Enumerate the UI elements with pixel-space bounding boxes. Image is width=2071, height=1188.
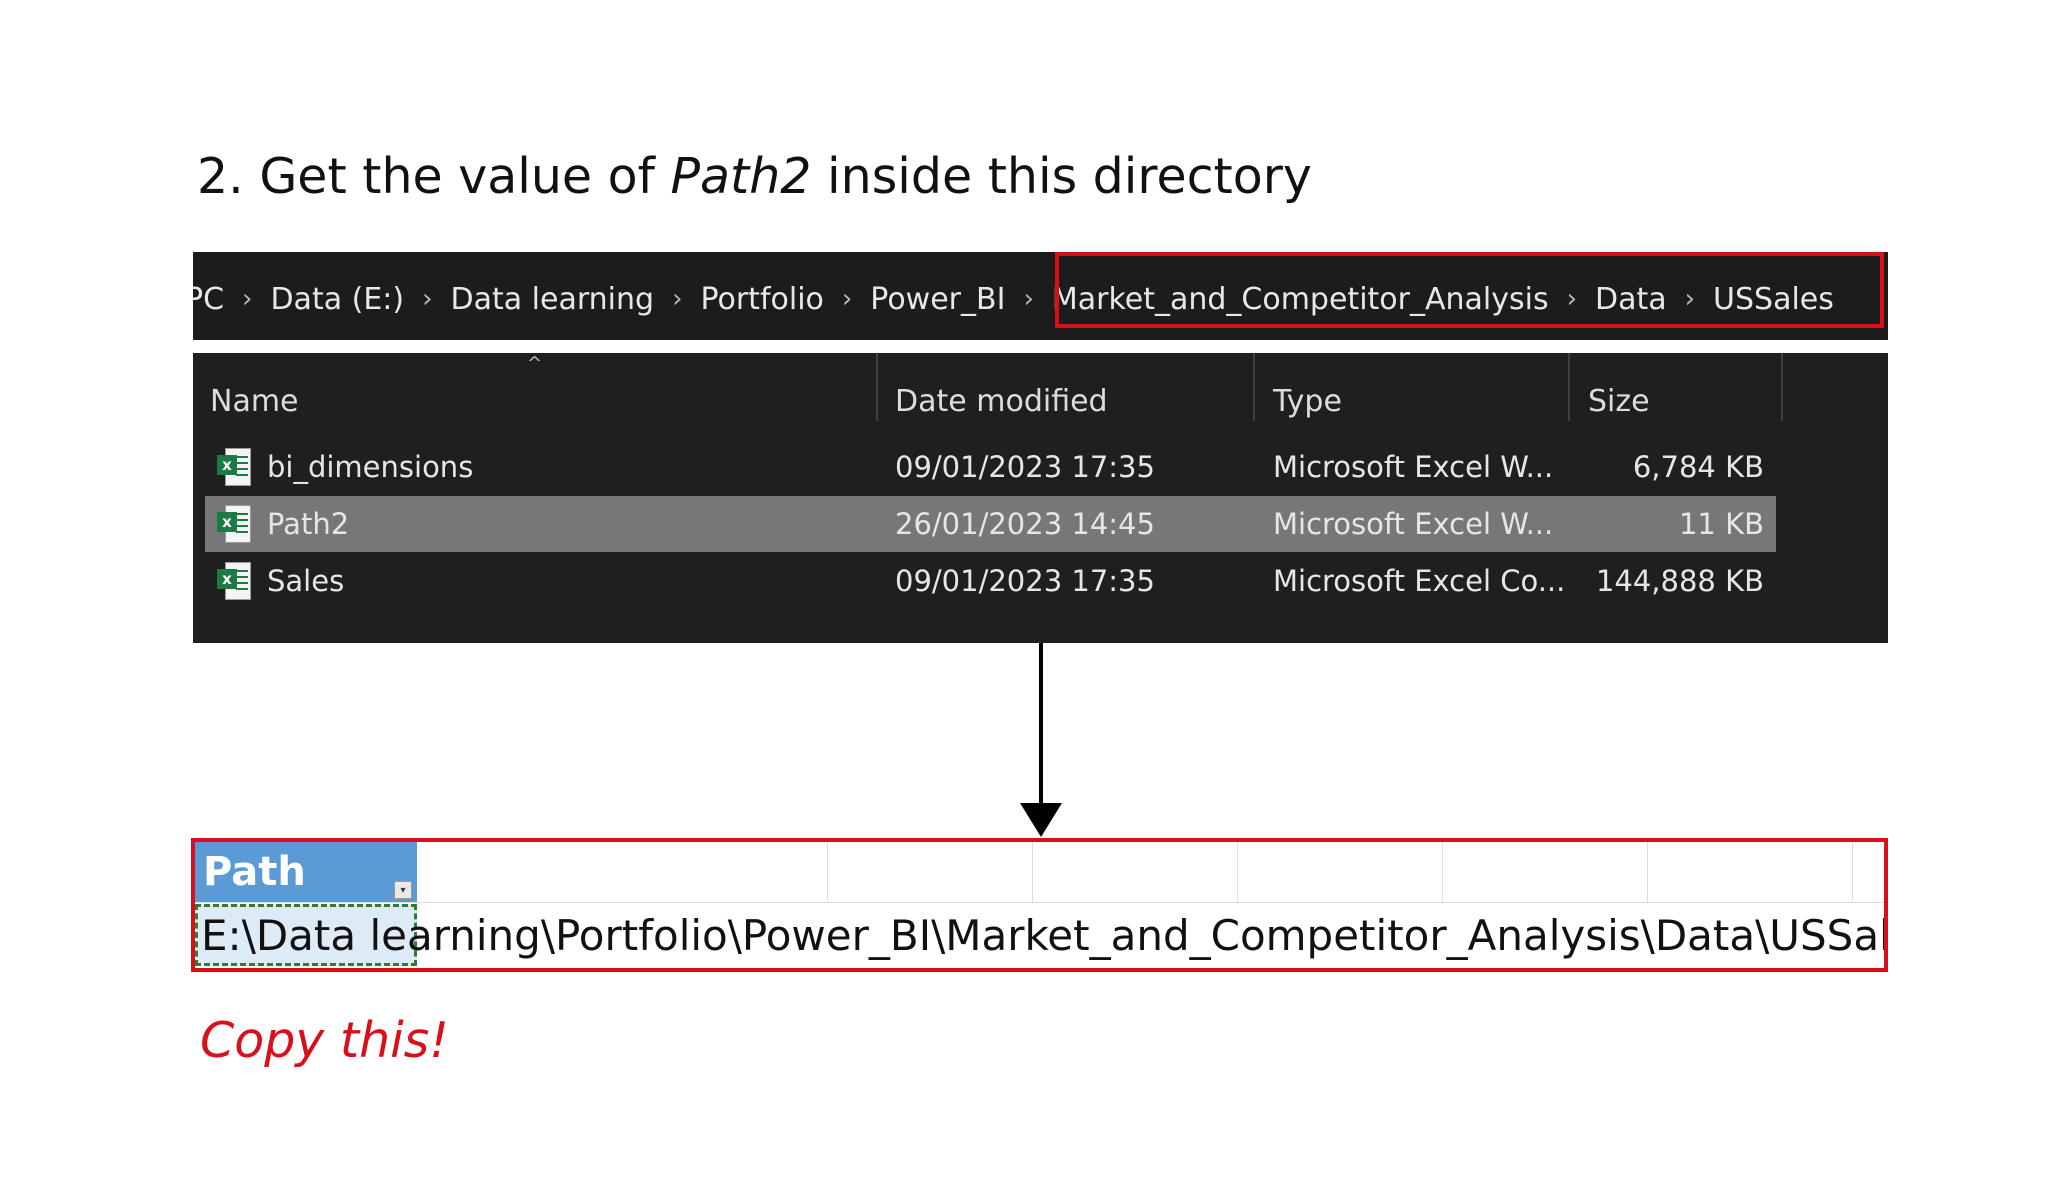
heading-emphasis: Path2: [670, 148, 812, 205]
arrow-down-icon: [1020, 803, 1062, 837]
spreadsheet-highlight-box: [191, 838, 1888, 972]
breadcrumb-item-portfolio[interactable]: Portfolio: [700, 282, 823, 317]
divider: [193, 340, 1888, 353]
file-row[interactable]: x Sales 09/01/2023 17:35 Microsoft Excel…: [205, 553, 1776, 609]
breadcrumb-item-pc[interactable]: PC: [193, 282, 224, 317]
file-row-selected[interactable]: x Path2 26/01/2023 14:45 Microsoft Excel…: [205, 496, 1776, 552]
breadcrumb-item-data-learning[interactable]: Data learning: [451, 282, 655, 317]
heading-suffix: inside this directory: [811, 148, 1312, 205]
column-divider[interactable]: [1568, 353, 1570, 421]
file-date: 09/01/2023 17:35: [895, 564, 1155, 598]
excel-csv-file-icon: x: [217, 562, 251, 600]
chevron-right-icon[interactable]: ›: [1023, 284, 1033, 314]
chevron-right-icon[interactable]: ›: [422, 284, 432, 314]
sort-ascending-icon[interactable]: ^: [527, 353, 542, 374]
file-size: 6,784 KB: [1632, 450, 1764, 484]
breadcrumb-item-data-e[interactable]: Data (E:): [270, 282, 404, 317]
excel-file-icon: x: [217, 448, 251, 486]
heading-prefix: 2. Get the value of: [197, 148, 671, 205]
file-name: bi_dimensions: [267, 450, 474, 484]
excel-file-icon: x: [217, 505, 251, 543]
breadcrumb-item-power-bi[interactable]: Power_BI: [870, 282, 1005, 317]
column-divider[interactable]: [1781, 353, 1783, 421]
address-bar[interactable]: PC › Data (E:) › Data learning › Portfol…: [193, 252, 1888, 346]
column-divider[interactable]: [1253, 353, 1255, 421]
file-list: ^ Name Date modified Type Size x bi_dime…: [193, 353, 1888, 643]
file-name: Sales: [267, 564, 345, 598]
file-type: Microsoft Excel Co...: [1273, 564, 1566, 598]
file-name: Path2: [267, 507, 350, 541]
file-date: 09/01/2023 17:35: [895, 450, 1155, 484]
breadcrumb-highlight-box: [1055, 252, 1884, 328]
column-header-size[interactable]: Size: [1588, 371, 1650, 431]
file-date: 26/01/2023 14:45: [895, 507, 1155, 541]
file-type: Microsoft Excel W...: [1273, 450, 1554, 484]
file-type: Microsoft Excel W...: [1273, 507, 1554, 541]
column-header-name[interactable]: Name: [210, 371, 299, 431]
file-size: 11 KB: [1678, 507, 1764, 541]
column-divider[interactable]: [876, 353, 878, 421]
file-row[interactable]: x bi_dimensions 09/01/2023 17:35 Microso…: [205, 439, 1776, 495]
chevron-right-icon[interactable]: ›: [242, 284, 252, 314]
column-header-type[interactable]: Type: [1273, 371, 1342, 431]
arrow-shaft: [1039, 643, 1043, 808]
file-size: 144,888 KB: [1595, 564, 1764, 598]
step-heading: 2. Get the value of Path2 inside this di…: [197, 152, 1312, 201]
copy-note: Copy this!: [200, 1012, 449, 1069]
column-header-date[interactable]: Date modified: [895, 371, 1108, 431]
chevron-right-icon[interactable]: ›: [672, 284, 682, 314]
chevron-right-icon[interactable]: ›: [842, 284, 852, 314]
